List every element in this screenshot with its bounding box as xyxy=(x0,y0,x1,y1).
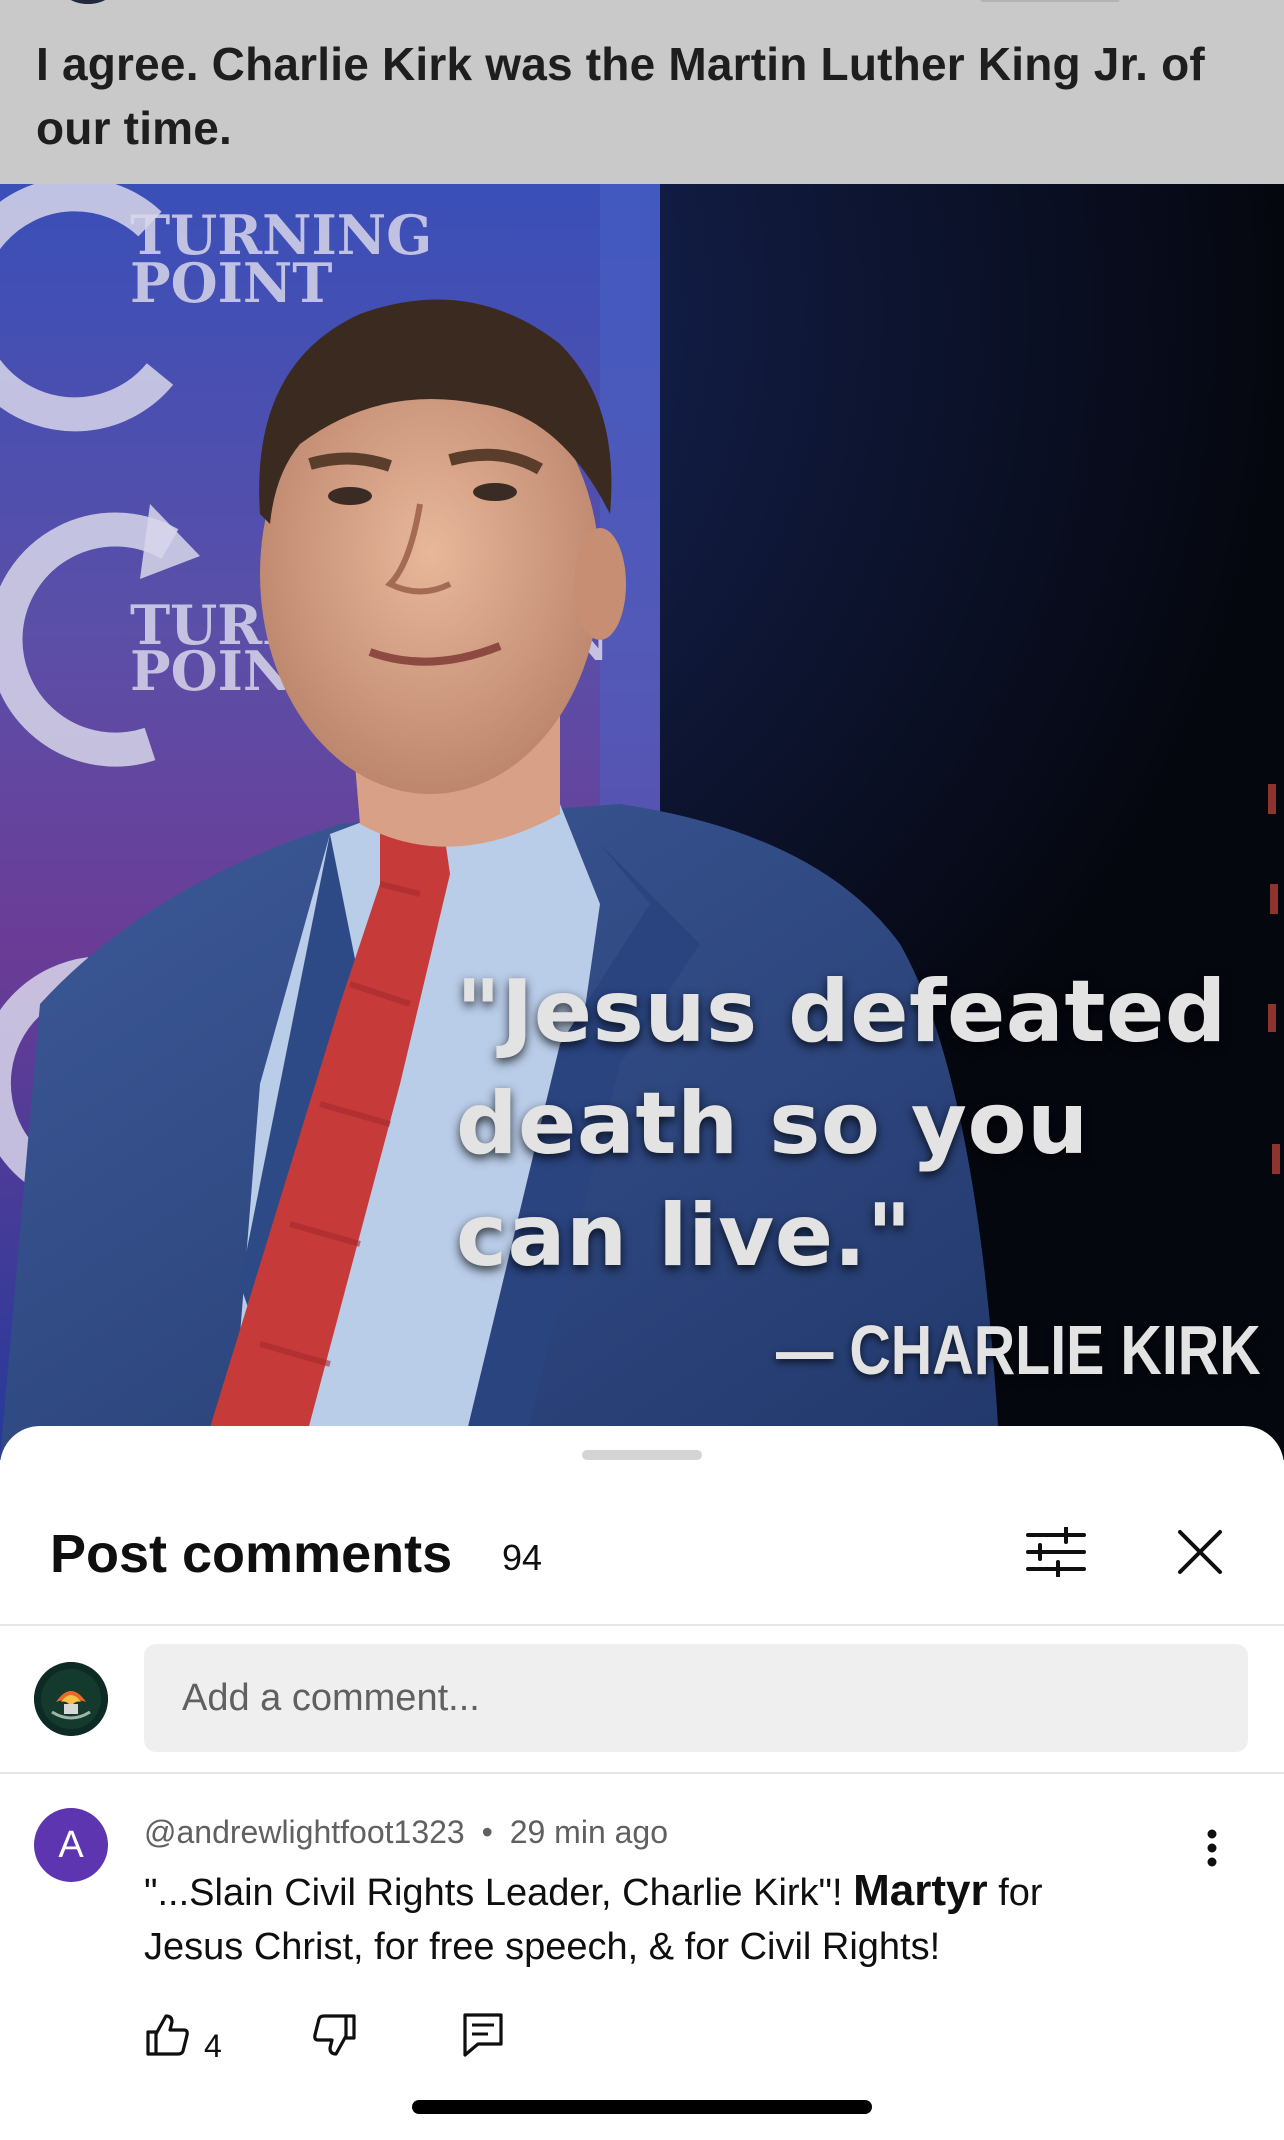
drag-handle[interactable] xyxy=(582,1450,702,1460)
thumbs-down-icon xyxy=(313,2014,356,2056)
post-image[interactable]: TURNING POINT TURN POIN N xyxy=(0,184,1284,1460)
comment-meta: @andrewlightfoot1323 • 29 min ago xyxy=(144,1812,668,1852)
svg-text:POIN: POIN xyxy=(130,639,292,703)
sliders-icon xyxy=(1026,1527,1086,1577)
like-count: 4 xyxy=(204,2028,222,2064)
like-button[interactable] xyxy=(144,2012,190,2058)
comment-time: 29 min ago xyxy=(509,1814,669,1850)
quote-line-2: death so you xyxy=(456,1074,1089,1174)
input-divider xyxy=(0,1772,1284,1774)
more-vertical-icon xyxy=(1207,1829,1217,1867)
sheet-title: Post comments xyxy=(50,1524,453,1584)
dislike-button[interactable] xyxy=(312,2012,358,2058)
sort-filter-button[interactable] xyxy=(1018,1514,1094,1590)
quote-line-3: can live." xyxy=(456,1186,912,1286)
avatar-image xyxy=(34,1662,108,1736)
quote-line-1: "Jesus defeated xyxy=(456,962,1227,1062)
post-author-avatar[interactable] xyxy=(58,0,118,4)
comment-text-bold: Martyr xyxy=(853,1866,988,1915)
add-comment-input[interactable] xyxy=(144,1644,1248,1752)
meta-separator: • xyxy=(481,1814,493,1850)
comments-sheet: Post comments 94 Add a comment... A @and… xyxy=(0,1426,1284,2140)
quote-text: "Jesus defeated death so you can live." xyxy=(456,956,1256,1292)
post-header: I agree. Charlie Kirk was the Martin Lut… xyxy=(0,0,1284,184)
reply-button[interactable] xyxy=(462,2012,504,2058)
quote-attribution: — CHARLIE KIRK xyxy=(776,1311,1261,1389)
comment-text: "...Slain Civil Rights Leader, Charlie K… xyxy=(144,1864,1124,1974)
comment-author[interactable]: @andrewlightfoot1323 xyxy=(144,1814,465,1850)
svg-text:POINT: POINT xyxy=(130,251,332,315)
home-indicator[interactable] xyxy=(412,2100,872,2114)
reply-comment-icon xyxy=(463,2013,503,2057)
post-text: I agree. Charlie Kirk was the Martin Lut… xyxy=(36,38,1205,154)
post-header-bar xyxy=(980,0,1120,2)
current-user-avatar[interactable] xyxy=(34,1662,108,1736)
comment-count: 94 xyxy=(502,1537,543,1578)
thumbs-up-icon xyxy=(146,2014,189,2056)
close-icon xyxy=(1178,1530,1222,1574)
comment-text-part1: "...Slain Civil Rights Leader, Charlie K… xyxy=(144,1872,854,1914)
close-button[interactable] xyxy=(1162,1514,1238,1590)
comment-author-avatar[interactable]: A xyxy=(34,1808,108,1882)
comment-more-button[interactable] xyxy=(1172,1808,1252,1888)
header-divider xyxy=(0,1624,1284,1626)
